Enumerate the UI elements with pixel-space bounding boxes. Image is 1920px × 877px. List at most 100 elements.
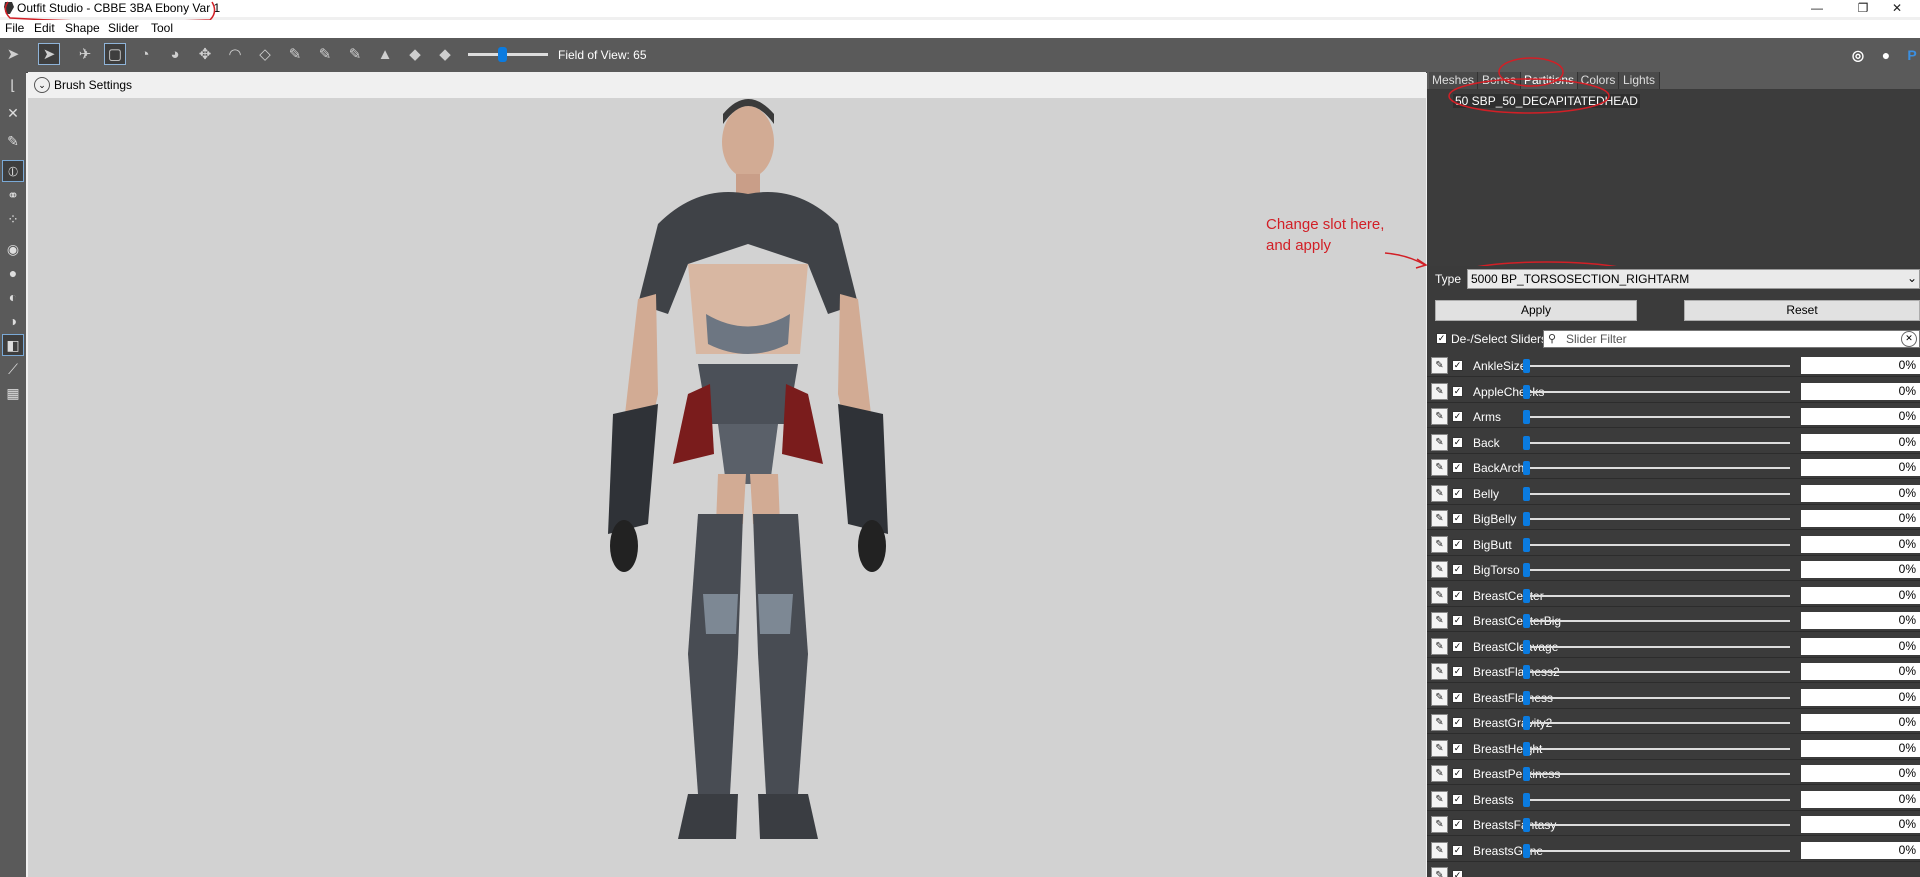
- tab-partitions[interactable]: Partitions: [1521, 72, 1578, 89]
- apply-button[interactable]: Apply: [1435, 300, 1637, 321]
- slider-value[interactable]: 0%: [1801, 790, 1920, 808]
- triangle-icon[interactable]: ▲: [374, 43, 396, 65]
- slider-edit-icon[interactable]: ✎: [1431, 433, 1448, 451]
- slider-track[interactable]: [1523, 384, 1790, 399]
- slider-handle[interactable]: [1523, 792, 1530, 807]
- slider-checkbox[interactable]: ✓: [1452, 487, 1463, 499]
- partition-item[interactable]: 50 SBP_50_DECAPITATEDHEAD: [1453, 94, 1640, 108]
- slider-checkbox[interactable]: ✓: [1452, 385, 1463, 397]
- menu-edit[interactable]: Edit: [34, 21, 55, 36]
- slider-handle[interactable]: [1523, 384, 1530, 399]
- grid-icon[interactable]: ▦: [2, 382, 24, 404]
- slider-edit-icon[interactable]: ✎: [1431, 561, 1448, 578]
- slider-value[interactable]: 0%: [1801, 433, 1920, 451]
- slider-checkbox[interactable]: ✓: [1452, 589, 1463, 601]
- smooth-icon[interactable]: ◠: [224, 43, 246, 65]
- 3d-viewport[interactable]: ⌄ Brush Settings Change slot here, and a…: [28, 72, 1428, 877]
- fov-slider-handle[interactable]: [498, 47, 507, 62]
- slider-handle[interactable]: [1523, 716, 1530, 730]
- slider-value[interactable]: 0%: [1801, 637, 1920, 655]
- eraser-icon[interactable]: ◇: [254, 43, 276, 65]
- slider-value[interactable]: 0%: [1801, 714, 1920, 731]
- slider-edit-icon[interactable]: ✎: [1431, 688, 1448, 706]
- pin-icon[interactable]: ✕: [2, 102, 24, 124]
- partition-list[interactable]: 50 SBP_50_DECAPITATEDHEAD: [1427, 90, 1920, 266]
- slider-handle[interactable]: [1523, 614, 1530, 628]
- slider-edit-icon[interactable]: ✎: [1431, 637, 1448, 655]
- fov-slider[interactable]: [468, 47, 548, 62]
- slider-handle[interactable]: [1523, 537, 1530, 552]
- slider-checkbox[interactable]: ✓: [1452, 666, 1463, 677]
- slider-track[interactable]: [1523, 741, 1790, 756]
- gizmo-icon[interactable]: ◆: [434, 43, 456, 65]
- slider-checkbox[interactable]: ✓: [1452, 538, 1463, 550]
- minimize-button[interactable]: —: [1794, 0, 1840, 17]
- tab-bones[interactable]: Bones: [1478, 72, 1521, 89]
- slider-handle[interactable]: [1523, 818, 1530, 832]
- slider-track[interactable]: [1523, 461, 1790, 475]
- slider-checkbox[interactable]: ✓: [1452, 742, 1463, 754]
- menu-shape[interactable]: Shape: [65, 21, 100, 36]
- slider-track[interactable]: [1523, 588, 1790, 603]
- slider-track[interactable]: [1523, 818, 1790, 832]
- symmetry-icon[interactable]: ⦶: [2, 160, 24, 182]
- brush-settings-label[interactable]: Brush Settings: [54, 78, 132, 92]
- slider-value[interactable]: 0%: [1801, 561, 1920, 578]
- slider-checkbox[interactable]: ✓: [1452, 462, 1463, 473]
- slider-edit-icon[interactable]: ✎: [1431, 357, 1448, 374]
- slider-value[interactable]: 0%: [1801, 459, 1920, 476]
- slider-edit-icon[interactable]: ✎: [1431, 586, 1448, 604]
- slider-checkbox[interactable]: ✓: [1452, 615, 1463, 626]
- slider-checkbox[interactable]: ✓: [1452, 640, 1463, 652]
- slider-checkbox[interactable]: ✓: [1452, 793, 1463, 805]
- slider-edit-icon[interactable]: ✎: [1431, 841, 1448, 859]
- slider-value[interactable]: 0%: [1801, 484, 1920, 502]
- slider-checkbox[interactable]: ✓: [1452, 564, 1463, 575]
- slider-handle[interactable]: [1523, 588, 1530, 603]
- slider-checkbox[interactable]: ✓: [1452, 411, 1463, 422]
- slider-handle[interactable]: [1523, 767, 1530, 781]
- slider-track[interactable]: [1523, 665, 1790, 679]
- dot-icon[interactable]: ◉: [2, 238, 24, 260]
- slider-track[interactable]: [1523, 359, 1790, 373]
- slider-checkbox[interactable]: ✓: [1452, 844, 1463, 856]
- slider-filter-input[interactable]: ⚲ Slider Filter ✕: [1543, 330, 1920, 348]
- slider-value[interactable]: 0%: [1801, 841, 1920, 859]
- tab-meshes[interactable]: Meshes: [1429, 72, 1478, 89]
- slider-track[interactable]: [1523, 563, 1790, 577]
- slider-edit-icon[interactable]: ✎: [1431, 484, 1448, 502]
- menu-slider[interactable]: Slider: [108, 21, 139, 36]
- slider-checkbox[interactable]: ✓: [1452, 691, 1463, 703]
- slider-handle[interactable]: [1523, 435, 1530, 450]
- slider-value[interactable]: 0%: [1801, 586, 1920, 604]
- select-icon[interactable]: ➤: [2, 43, 24, 65]
- slider-handle[interactable]: [1523, 843, 1530, 858]
- slider-checkbox[interactable]: ✓: [1452, 768, 1463, 779]
- sphere-half-icon[interactable]: ◐: [2, 286, 24, 308]
- slider-track[interactable]: [1523, 716, 1790, 730]
- slider-value[interactable]: 0%: [1801, 739, 1920, 757]
- slider-track[interactable]: [1523, 486, 1790, 501]
- tab-lights[interactable]: Lights: [1619, 72, 1660, 89]
- slider-handle[interactable]: [1523, 563, 1530, 577]
- slider-track[interactable]: [1523, 690, 1790, 705]
- slider-value[interactable]: 0%: [1801, 382, 1920, 400]
- slider-edit-icon[interactable]: ✎: [1431, 510, 1448, 527]
- partition-type-select[interactable]: 5000 BP_TORSOSECTION_RIGHTARM ⌄: [1467, 269, 1920, 289]
- slider-checkbox[interactable]: ✓: [1452, 360, 1463, 371]
- slider-track[interactable]: [1523, 410, 1790, 424]
- chevron-down-icon[interactable]: ⌄: [34, 77, 50, 93]
- reset-button[interactable]: Reset: [1684, 300, 1920, 321]
- slider-value[interactable]: 0%: [1801, 816, 1920, 833]
- slider-checkbox[interactable]: ✓: [1452, 717, 1463, 728]
- close-button[interactable]: ✕: [1874, 0, 1920, 17]
- slider-value[interactable]: 0%: [1801, 357, 1920, 374]
- slider-checkbox[interactable]: ✓: [1452, 819, 1463, 830]
- slider-value[interactable]: 0%: [1801, 535, 1920, 553]
- slider-value[interactable]: 0%: [1801, 765, 1920, 782]
- slider-track[interactable]: [1523, 537, 1790, 552]
- brush-mode-icon[interactable]: ➤: [38, 43, 60, 65]
- slider-track[interactable]: [1523, 614, 1790, 628]
- slider-checkbox[interactable]: ✓: [1452, 870, 1463, 877]
- slider-checkbox[interactable]: ✓: [1452, 513, 1463, 524]
